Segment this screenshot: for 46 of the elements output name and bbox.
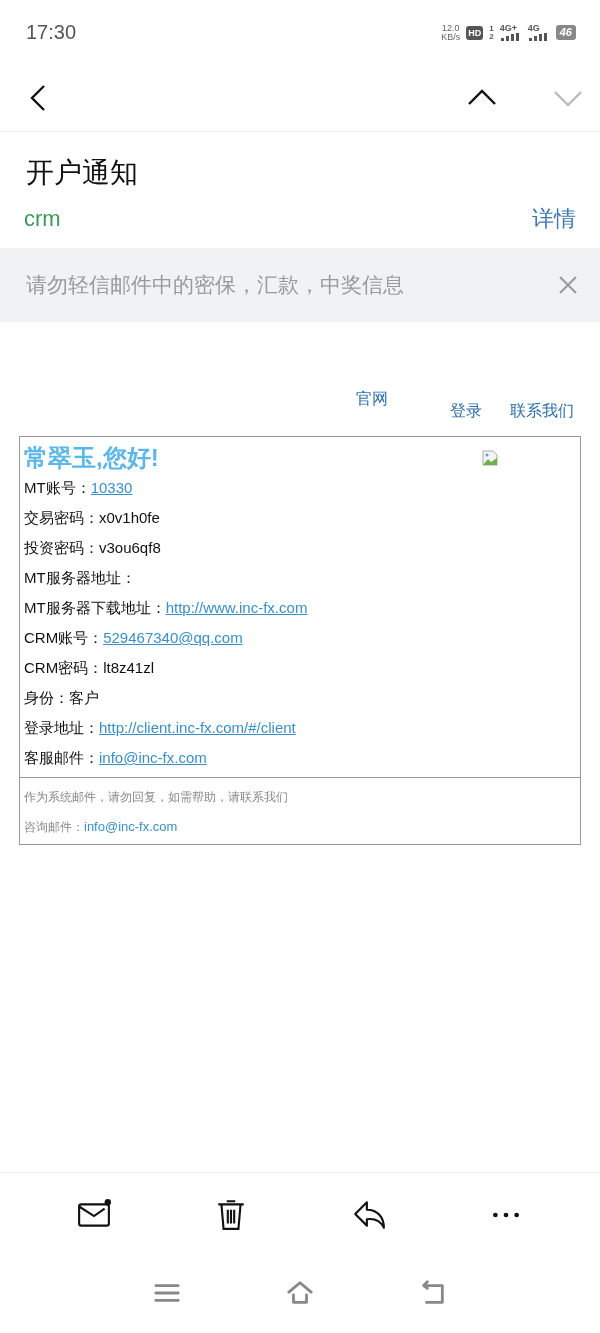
field-value: 客户 <box>69 689 99 706</box>
header-link[interactable]: 联系我们 <box>510 401 574 422</box>
contact-email-link[interactable]: info@inc-fx.com <box>84 819 178 834</box>
header-link[interactable]: 登录 <box>450 401 482 422</box>
field-label: 身份： <box>24 689 69 706</box>
field-label: 客服邮件： <box>24 749 99 766</box>
field-value: v3ou6qf8 <box>99 539 161 556</box>
field-label: CRM密码： <box>24 659 104 676</box>
network-speed: 12.0 <box>442 23 460 33</box>
clock: 17:30 <box>26 21 77 44</box>
field-link[interactable]: http://www.inc-fx.com <box>165 599 308 616</box>
field-label: 登录地址： <box>24 719 99 736</box>
details-link[interactable]: 详情 <box>532 204 576 234</box>
signal-bars-icon <box>499 33 522 41</box>
header-link[interactable]: 官网 <box>356 389 388 410</box>
contact-label: 咨询邮件： <box>24 820 84 834</box>
hd-voice-badge: HD <box>466 25 484 40</box>
field-label: MT账号： <box>24 479 91 496</box>
broken-image-icon <box>482 450 498 466</box>
field-label: CRM账号： <box>24 629 104 646</box>
speed-unit: KB/s <box>441 32 461 42</box>
signal-bars-icon <box>527 33 550 41</box>
field-label: MT服务器地址： <box>24 569 136 586</box>
sim-slot-number: 1 <box>489 24 494 33</box>
network-type: 4G+ <box>499 24 517 33</box>
field-link[interactable]: 10330 <box>90 479 133 496</box>
greeting: 常翠玉,您好! <box>24 443 159 473</box>
footer-note: 作为系统邮件，请勿回复，如需帮助，请联系我们 <box>24 789 289 806</box>
sim-slot-number: 2 <box>489 32 494 41</box>
field-link[interactable]: 529467340@qq.com <box>103 629 243 646</box>
field-value: x0v1h0fe <box>99 509 160 526</box>
field-link[interactable]: info@inc-fx.com <box>99 749 207 766</box>
field-label: MT服务器下载地址： <box>24 599 166 616</box>
sender-name: crm <box>24 206 61 232</box>
mail-subject: 开户通知 <box>25 156 139 190</box>
field-label: 投资密码： <box>24 539 99 556</box>
field-link[interactable]: http://client.inc-fx.com/#/client <box>99 719 296 736</box>
close-icon[interactable] <box>558 275 578 295</box>
field-label: 交易密码： <box>24 509 99 526</box>
network-type: 4G <box>527 24 540 33</box>
warning-text: 请勿轻信邮件中的密保，汇款，中奖信息 <box>26 272 404 298</box>
home-icon[interactable] <box>286 1279 314 1307</box>
field-value: lt8z41zl <box>103 659 155 676</box>
back-icon[interactable] <box>419 1279 447 1307</box>
reply-icon[interactable] <box>351 1198 386 1232</box>
battery-level: 46 <box>555 25 576 40</box>
